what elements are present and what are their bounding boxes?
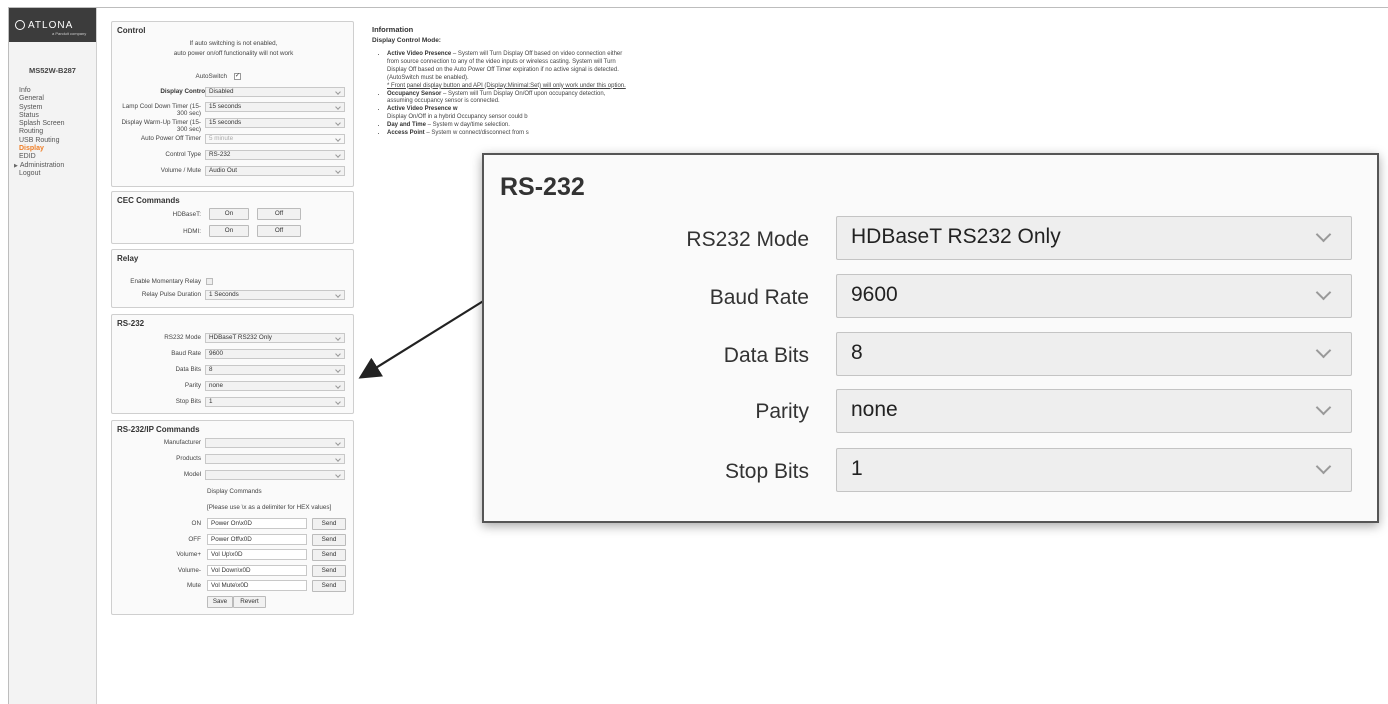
select-value: none — [851, 398, 898, 421]
chevron-down-icon — [1315, 226, 1332, 243]
zoom-data-bits-label: Data Bits — [723, 344, 809, 367]
select-value: 1 — [851, 457, 863, 480]
select-value: HDBaseT RS232 Only — [851, 225, 1061, 248]
zoom-rs232-title: RS-232 — [500, 173, 585, 201]
zoom-data-bits-select[interactable]: 8 — [836, 332, 1352, 376]
select-value: 8 — [851, 341, 863, 364]
select-value: 9600 — [851, 283, 898, 306]
chevron-down-icon — [1315, 284, 1332, 301]
chevron-down-icon — [1315, 399, 1332, 416]
zoom-parity-select[interactable]: none — [836, 389, 1352, 433]
zoom-stop-bits-label: Stop Bits — [724, 460, 809, 483]
zoom-parity-label: Parity — [755, 400, 809, 423]
zoom-rs232-mode-label: RS232 Mode — [686, 228, 809, 251]
zoom-rs232-mode-select[interactable]: HDBaseT RS232 Only — [836, 216, 1352, 260]
zoom-baud-rate-select[interactable]: 9600 — [836, 274, 1352, 318]
chevron-down-icon — [1315, 458, 1332, 475]
chevron-down-icon — [1315, 342, 1332, 359]
zoom-stop-bits-select[interactable]: 1 — [836, 448, 1352, 492]
zoom-baud-rate-label: Baud Rate — [709, 286, 809, 309]
rs232-zoom-callout: RS-232 RS232 Mode HDBaseT RS232 Only Bau… — [482, 153, 1379, 523]
